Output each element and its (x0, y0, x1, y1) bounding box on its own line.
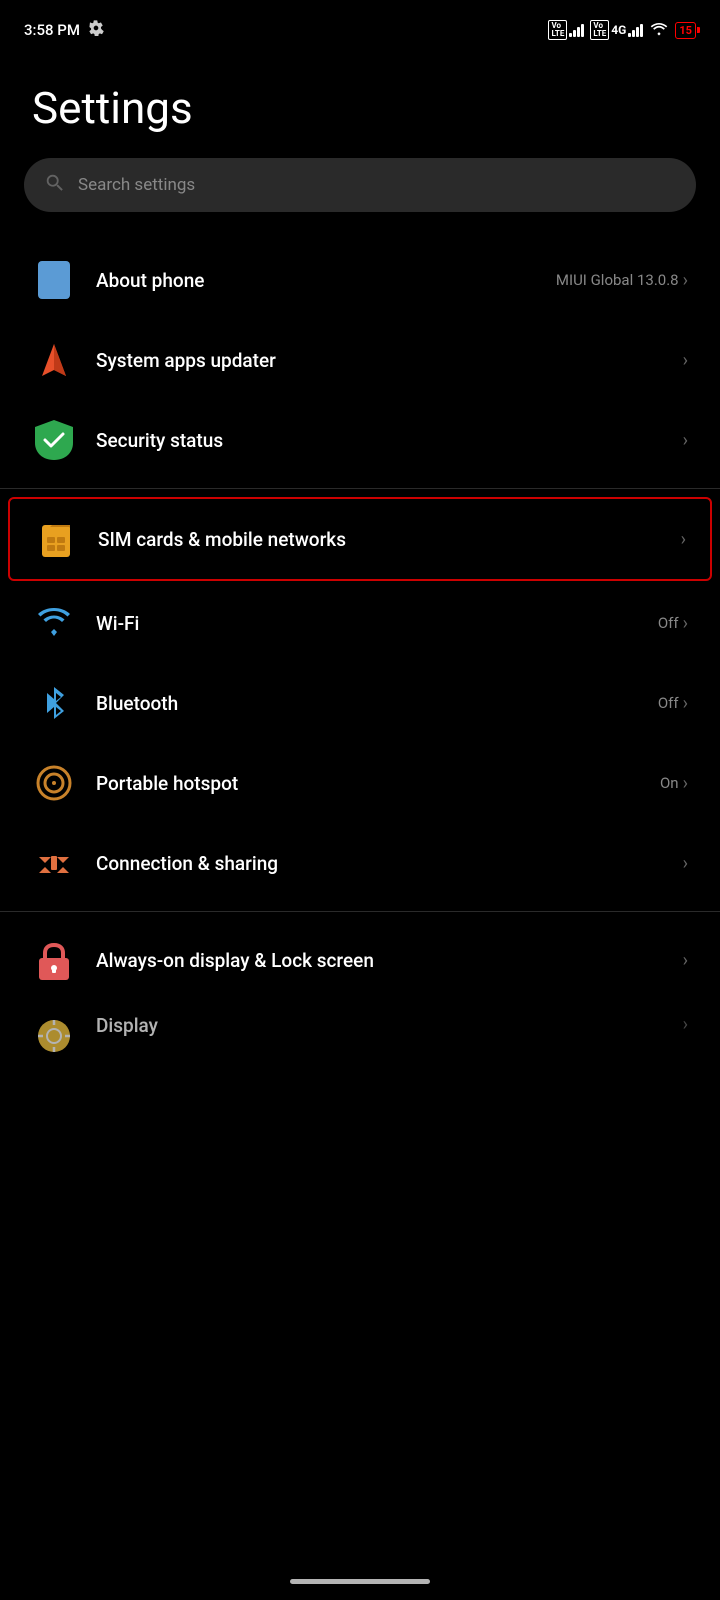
lock-screen-content: Always-on display & Lock screen (96, 949, 663, 972)
gear-icon (88, 20, 104, 40)
lock-screen-chevron: › (683, 950, 688, 971)
lock-screen-icon (32, 938, 76, 982)
about-phone-content: About phone (96, 269, 536, 292)
security-status-chevron: › (683, 430, 688, 451)
hotspot-right: On › (660, 773, 688, 794)
status-left: 3:58 PM (24, 20, 104, 40)
bluetooth-chevron: › (683, 693, 688, 714)
settings-item-lock-screen[interactable]: Always-on display & Lock screen › (0, 920, 720, 1000)
system-apps-label: System apps updater (96, 349, 663, 372)
search-bar[interactable]: Search settings (24, 158, 696, 212)
display-icon (32, 1014, 76, 1058)
volte-badge-2: VoLTE (590, 20, 609, 40)
wifi-status-icon (649, 20, 669, 40)
sim-cards-label: SIM cards & mobile networks (98, 528, 661, 551)
volte-badge-1: VoLTE (548, 20, 567, 40)
sim-cards-right: › (681, 529, 686, 550)
wifi-chevron: › (683, 613, 688, 634)
divider-2 (0, 911, 720, 912)
settings-item-connection-sharing[interactable]: Connection & sharing › (0, 823, 720, 903)
display-label: Display (96, 1014, 663, 1037)
sim-cards-icon (34, 517, 78, 561)
lock-screen-label: Always-on display & Lock screen (96, 949, 663, 972)
bluetooth-content: Bluetooth (96, 692, 638, 715)
system-apps-icon (32, 338, 76, 382)
settings-item-about-phone[interactable]: About phone MIUI Global 13.0.8 › (0, 240, 720, 320)
hotspot-content: Portable hotspot (96, 772, 640, 795)
search-container: Search settings (0, 158, 720, 240)
about-phone-chevron: › (683, 270, 688, 291)
system-apps-right: › (683, 350, 688, 371)
divider-1 (0, 488, 720, 489)
system-apps-content: System apps updater (96, 349, 663, 372)
connection-sharing-icon (32, 841, 76, 885)
connection-sharing-label: Connection & sharing (96, 852, 663, 875)
bluetooth-label: Bluetooth (96, 692, 638, 715)
signal-group-2: VoLTE 4G (590, 20, 643, 40)
4g-badge: 4G (611, 23, 626, 37)
settings-group-2: SIM cards & mobile networks › Wi-Fi Off … (0, 497, 720, 903)
bottom-nav-bar (290, 1579, 430, 1584)
settings-group-3: Always-on display & Lock screen › Displa… (0, 920, 720, 1078)
security-status-label: Security status (96, 429, 663, 452)
hotspot-status: On (660, 774, 679, 792)
wifi-right: Off › (658, 613, 688, 634)
hotspot-label: Portable hotspot (96, 772, 640, 795)
display-right: › (683, 1014, 688, 1035)
connection-sharing-chevron: › (683, 853, 688, 874)
battery-indicator: 15 (675, 22, 696, 39)
status-bar: 3:58 PM VoLTE VoLTE 4G (0, 0, 720, 52)
bluetooth-status: Off (658, 694, 679, 712)
sim-cards-chevron: › (681, 529, 686, 550)
bluetooth-right: Off › (658, 693, 688, 714)
security-status-content: Security status (96, 429, 663, 452)
settings-item-wifi[interactable]: Wi-Fi Off › (0, 583, 720, 663)
hotspot-chevron: › (683, 773, 688, 794)
wifi-label: Wi-Fi (96, 612, 638, 635)
system-apps-chevron: › (683, 350, 688, 371)
wifi-content: Wi-Fi (96, 612, 638, 635)
page-title: Settings (0, 52, 720, 158)
display-chevron: › (683, 1014, 688, 1035)
time: 3:58 PM (24, 21, 80, 39)
signal-bars-1 (569, 23, 584, 37)
search-icon (44, 172, 66, 198)
wifi-status: Off (658, 614, 679, 632)
about-phone-icon (32, 258, 76, 302)
settings-item-security-status[interactable]: Security status › (0, 400, 720, 480)
search-placeholder: Search settings (78, 175, 195, 195)
settings-item-sim-cards[interactable]: SIM cards & mobile networks › (8, 497, 712, 581)
sim-cards-content: SIM cards & mobile networks (98, 528, 661, 551)
settings-list: About phone MIUI Global 13.0.8 › System … (0, 240, 720, 1078)
about-phone-label: About phone (96, 269, 536, 292)
display-content: Display (96, 1014, 663, 1037)
settings-group-1: About phone MIUI Global 13.0.8 › System … (0, 240, 720, 480)
settings-item-system-apps[interactable]: System apps updater › (0, 320, 720, 400)
security-status-icon (32, 418, 76, 462)
security-status-right: › (683, 430, 688, 451)
wifi-icon (32, 601, 76, 645)
hotspot-icon (32, 761, 76, 805)
status-right: VoLTE VoLTE 4G (548, 20, 696, 40)
about-phone-right: MIUI Global 13.0.8 › (556, 270, 688, 291)
connection-sharing-content: Connection & sharing (96, 852, 663, 875)
settings-item-display[interactable]: Display › (0, 1000, 720, 1078)
bluetooth-icon (32, 681, 76, 725)
settings-item-bluetooth[interactable]: Bluetooth Off › (0, 663, 720, 743)
about-phone-meta: MIUI Global 13.0.8 (556, 271, 679, 289)
lock-screen-right: › (683, 950, 688, 971)
connection-sharing-right: › (683, 853, 688, 874)
signal-bars-2 (628, 23, 643, 37)
phone-icon-shape (38, 261, 70, 299)
signal-group-1: VoLTE (548, 20, 584, 40)
settings-item-hotspot[interactable]: Portable hotspot On › (0, 743, 720, 823)
battery-level: 15 (679, 24, 692, 37)
